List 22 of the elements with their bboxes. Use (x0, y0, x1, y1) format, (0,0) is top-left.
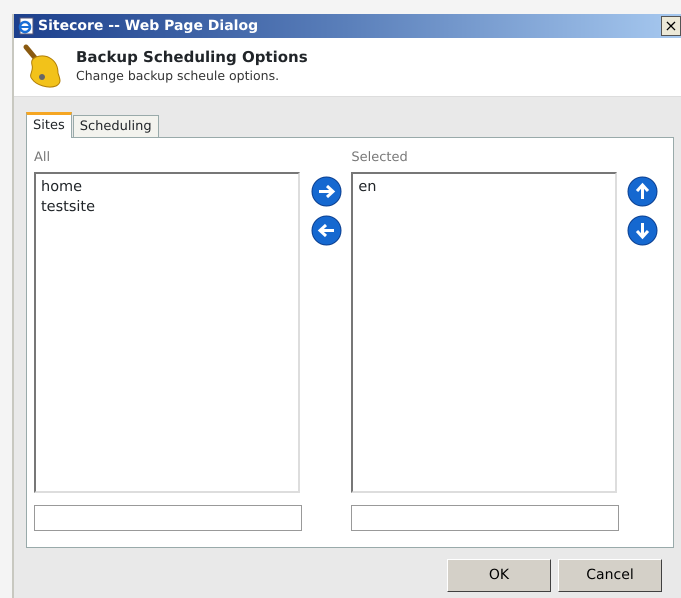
input-field[interactable] (34, 505, 302, 531)
arrow-right-icon[interactable] (311, 176, 342, 207)
arrow-up-icon[interactable] (627, 176, 658, 207)
input-field[interactable] (351, 505, 620, 531)
dialog-button[interactable]: OK (447, 559, 551, 592)
dialog-button[interactable]: Cancel (558, 559, 662, 592)
list-label: All (34, 150, 50, 165)
arrow-down-icon[interactable] (627, 215, 658, 246)
window-title: Sitecore -- Web Page Dialog (38, 16, 258, 36)
list-item[interactable]: testsite (41, 197, 96, 217)
browser-icon (17, 17, 35, 35)
list-label: Selected (351, 150, 408, 165)
tab[interactable]: Scheduling (72, 115, 159, 137)
close-button[interactable]: × (661, 16, 681, 36)
all-list[interactable]: home testsite (34, 172, 300, 493)
selected-list[interactable]: en (351, 172, 618, 493)
dialog-title: Backup Scheduling Options (76, 48, 308, 68)
tab[interactable]: Sites (26, 112, 72, 138)
list-item[interactable]: home (41, 177, 82, 197)
arrow-left-icon[interactable] (311, 215, 342, 246)
dialog-subtitle: Change backup scheule options. (76, 67, 280, 86)
list-item[interactable]: en (358, 177, 376, 197)
